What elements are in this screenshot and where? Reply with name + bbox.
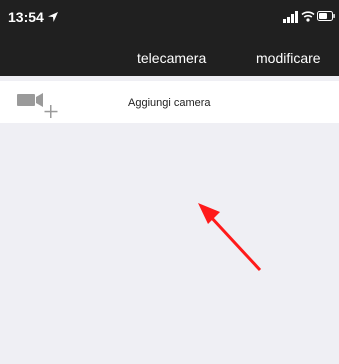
- navigation-bar: telecamera modificare: [0, 36, 339, 76]
- add-video-camera-icon: [17, 93, 58, 118]
- camera-list: Aggiungi camera: [0, 76, 339, 364]
- signal-bars-icon: [283, 11, 298, 23]
- status-bar: 13:54: [0, 0, 339, 36]
- red-arrow-annotation: [198, 203, 262, 272]
- add-camera-label: Aggiungi camera: [128, 97, 211, 109]
- page-title: telecamera: [137, 50, 207, 66]
- wifi-icon: [301, 11, 315, 22]
- battery-icon: [317, 11, 335, 21]
- location-arrow-icon: [48, 12, 58, 22]
- edit-button[interactable]: modificare: [256, 50, 321, 66]
- status-time: 13:54: [8, 9, 44, 25]
- add-camera-row[interactable]: Aggiungi camera: [0, 81, 339, 123]
